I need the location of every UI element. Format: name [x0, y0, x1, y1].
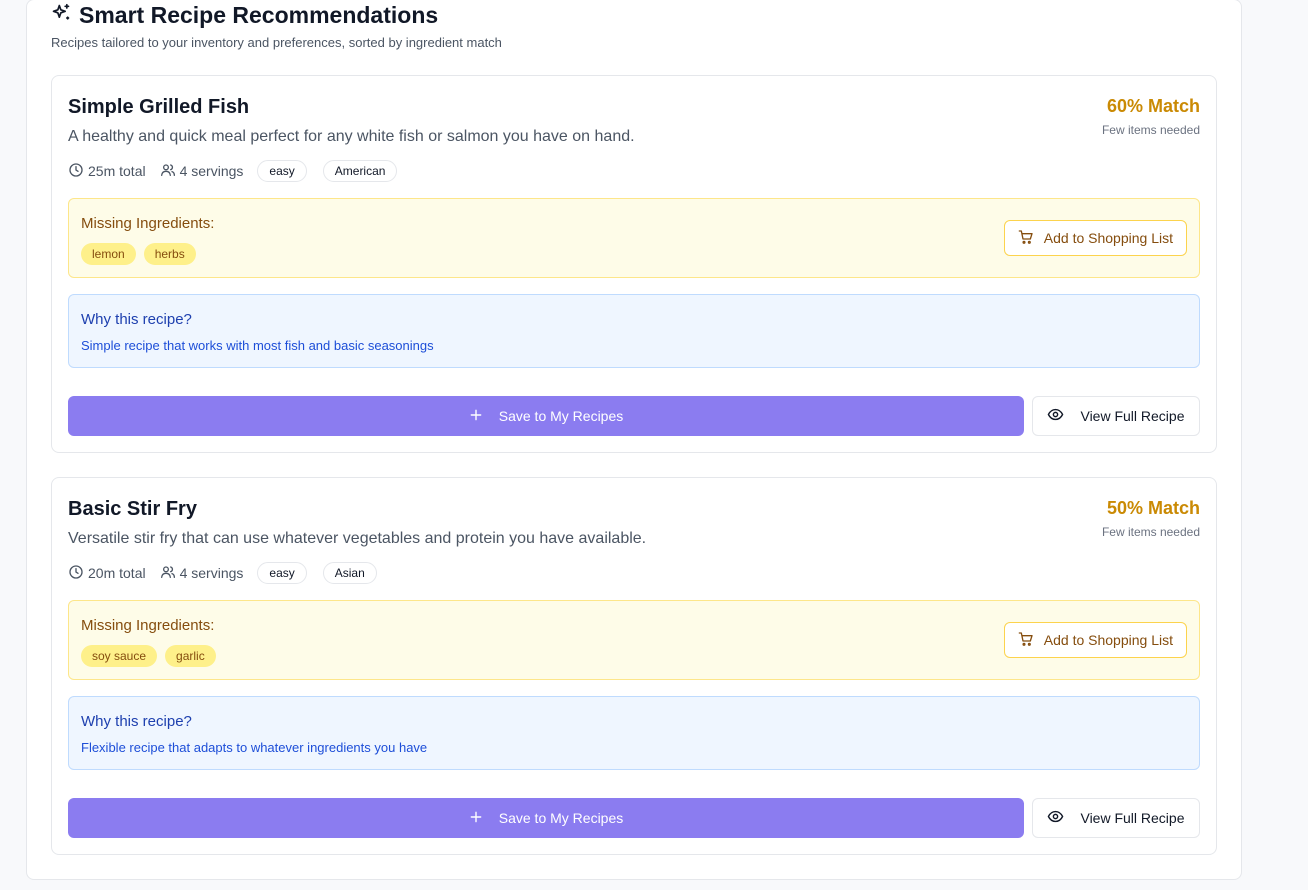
cook-time-label: 20m total	[88, 565, 146, 581]
recipe-description: Versatile stir fry that can use whatever…	[68, 530, 647, 547]
servings-label: 4 servings	[179, 565, 244, 581]
ingredient-chip: lemon	[81, 243, 136, 265]
cuisine-badge: American	[322, 160, 398, 182]
missing-ingredients-box: Missing Ingredients: soy sauce garlic Ad…	[68, 600, 1200, 680]
save-to-my-recipes-button[interactable]: Save to My Recipes	[68, 798, 1024, 838]
cart-icon	[1018, 229, 1034, 248]
why-this-recipe-box: Why this recipe? Simple recipe that work…	[68, 294, 1200, 368]
cook-time-label: 25m total	[88, 163, 146, 179]
page-title: Smart Recipe Recommendations	[79, 2, 439, 28]
save-to-my-recipes-button[interactable]: Save to My Recipes	[68, 396, 1024, 436]
why-text: Flexible recipe that adapts to whatever …	[81, 740, 428, 755]
missing-ingredient-chips: soy sauce garlic	[81, 645, 216, 667]
why-title: Why this recipe?	[81, 713, 192, 730]
save-button-label: Save to My Recipes	[498, 408, 624, 424]
tag-list: easy Asian	[257, 562, 377, 584]
missing-ingredient-chips: lemon herbs	[81, 243, 196, 265]
cook-time: 25m total	[68, 162, 146, 181]
plus-icon	[469, 408, 483, 425]
match-score: 60% Match Few items needed	[1102, 96, 1200, 137]
users-icon	[160, 564, 176, 583]
ingredient-chip: herbs	[143, 243, 196, 265]
servings: 4 servings	[160, 564, 244, 583]
eye-icon	[1047, 808, 1064, 828]
view-full-recipe-button[interactable]: View Full Recipe	[1032, 798, 1200, 838]
servings-label: 4 servings	[179, 163, 244, 179]
cook-time: 20m total	[68, 564, 146, 583]
add-to-shopping-list-button[interactable]: Add to Shopping List	[1003, 622, 1187, 658]
recipe-card: Simple Grilled Fish A healthy and quick …	[51, 75, 1217, 453]
clock-icon	[68, 564, 84, 583]
recipe-description: A healthy and quick meal perfect for any…	[68, 128, 635, 145]
match-percentage: 50% Match	[1106, 498, 1200, 518]
servings: 4 servings	[160, 162, 244, 181]
match-percentage: 60% Match	[1106, 96, 1200, 116]
recipe-card: Basic Stir Fry Versatile stir fry that c…	[51, 477, 1217, 855]
sparkles-icon	[51, 3, 71, 28]
save-button-label: Save to My Recipes	[498, 810, 624, 826]
recipe-title: Basic Stir Fry	[68, 498, 197, 520]
users-icon	[160, 162, 176, 181]
clock-icon	[68, 162, 84, 181]
eye-icon	[1047, 406, 1064, 426]
ingredient-chip: garlic	[165, 645, 216, 667]
tag-list: easy American	[257, 160, 398, 182]
match-note: Few items needed	[1101, 525, 1200, 539]
missing-ingredients-title: Missing Ingredients:	[81, 215, 215, 232]
shopping-button-label: Add to Shopping List	[1043, 230, 1173, 246]
plus-icon	[469, 810, 483, 827]
view-button-label: View Full Recipe	[1080, 810, 1185, 826]
cart-icon	[1018, 631, 1034, 650]
view-full-recipe-button[interactable]: View Full Recipe	[1032, 396, 1200, 436]
cuisine-badge: Asian	[322, 562, 377, 584]
recipe-meta: 25m total 4 servings easy American	[68, 160, 398, 182]
add-to-shopping-list-button[interactable]: Add to Shopping List	[1003, 220, 1187, 256]
recipe-title: Simple Grilled Fish	[68, 96, 250, 118]
ingredient-chip: soy sauce	[81, 645, 158, 667]
missing-ingredients-box: Missing Ingredients: lemon herbs Add to …	[68, 198, 1200, 278]
recipe-meta: 20m total 4 servings easy Asian	[68, 562, 377, 584]
panel-header: Smart Recipe Recommendations Recipes tai…	[51, 0, 502, 50]
view-button-label: View Full Recipe	[1080, 408, 1185, 424]
match-note: Few items needed	[1101, 123, 1200, 137]
missing-ingredients-title: Missing Ingredients:	[81, 617, 215, 634]
difficulty-badge: easy	[257, 160, 307, 182]
recommendations-panel: Smart Recipe Recommendations Recipes tai…	[26, 0, 1242, 880]
why-text: Simple recipe that works with most fish …	[81, 338, 434, 353]
difficulty-badge: easy	[257, 562, 307, 584]
why-title: Why this recipe?	[81, 311, 192, 328]
why-this-recipe-box: Why this recipe? Flexible recipe that ad…	[68, 696, 1200, 770]
page-subtitle: Recipes tailored to your inventory and p…	[51, 35, 502, 50]
title-row: Smart Recipe Recommendations	[51, 0, 502, 30]
shopping-button-label: Add to Shopping List	[1043, 632, 1173, 648]
match-score: 50% Match Few items needed	[1102, 498, 1200, 539]
